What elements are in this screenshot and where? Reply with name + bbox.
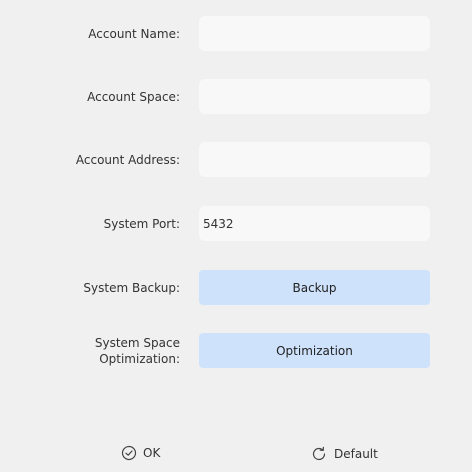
check-circle-icon <box>121 445 137 461</box>
account-space-label: Account Space: <box>87 90 180 104</box>
account-address-input[interactable] <box>199 142 430 177</box>
account-name-input[interactable] <box>199 16 430 51</box>
system-port-input[interactable] <box>199 206 430 241</box>
system-port-label: System Port: <box>103 217 180 231</box>
ok-button[interactable]: OK <box>121 445 160 461</box>
system-backup-label: System Backup: <box>83 281 180 295</box>
default-label: Default <box>334 447 378 461</box>
space-optimization-label: System Space Optimization: <box>0 335 180 367</box>
default-button[interactable]: Default <box>310 445 378 463</box>
account-name-label: Account Name: <box>88 27 180 41</box>
space-optimization-label-line1: System Space <box>94 336 180 350</box>
refresh-icon <box>310 445 328 463</box>
space-optimization-label-line2: Optimization: <box>99 352 180 366</box>
settings-panel: Account Name: Account Space: Account Add… <box>0 0 472 472</box>
ok-label: OK <box>143 446 161 460</box>
backup-button[interactable]: Backup <box>199 270 430 305</box>
account-address-label: Account Address: <box>75 153 180 167</box>
optimization-button[interactable]: Optimization <box>199 333 430 368</box>
account-space-input[interactable] <box>199 79 430 114</box>
